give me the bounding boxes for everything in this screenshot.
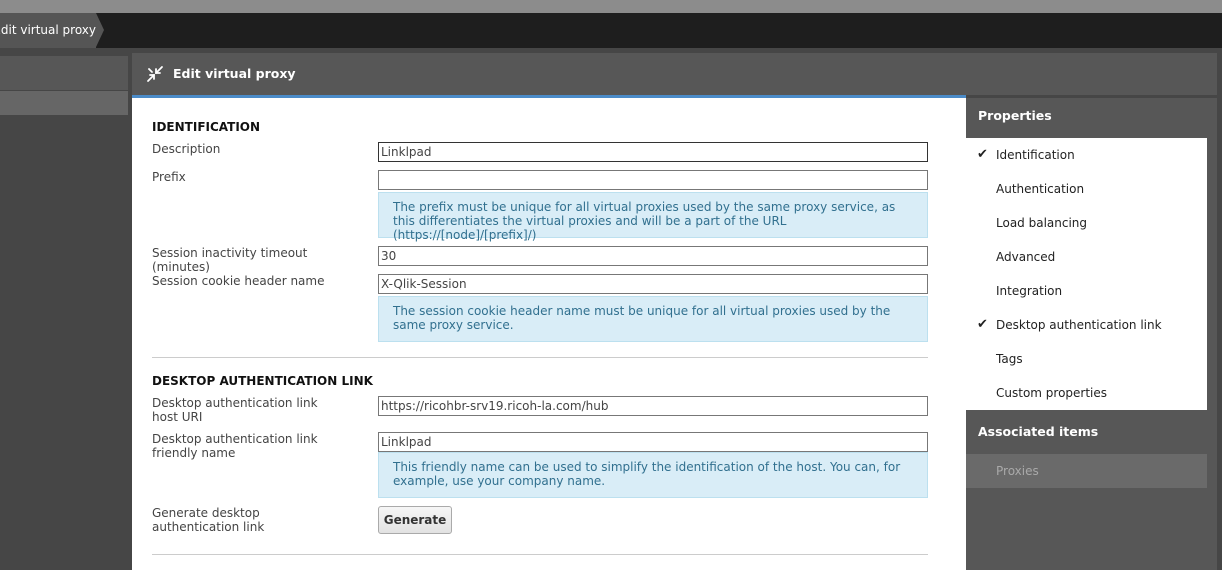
identification-heading: IDENTIFICATION (152, 120, 261, 134)
host-uri-input[interactable] (378, 396, 928, 416)
panel-title: Edit virtual proxy (173, 66, 296, 81)
prefix-input[interactable] (378, 170, 928, 190)
prefix-label: Prefix (152, 170, 186, 184)
host-uri-label: Desktop authentication link host URI (152, 396, 318, 424)
breadcrumb-bar: Edit virtual proxy (0, 13, 1222, 48)
prop-item-load-balancing[interactable]: Load balancing (966, 206, 1207, 240)
prop-item-label: Tags (996, 352, 1023, 366)
timeout-input[interactable] (378, 246, 928, 266)
left-nav-item[interactable] (0, 91, 128, 115)
breadcrumb-label-text: Edit virtual proxy (0, 23, 96, 37)
panel-header: Edit virtual proxy (132, 53, 1217, 95)
generate-button[interactable]: Generate (378, 506, 452, 534)
description-label: Description (152, 142, 221, 156)
properties-list: ✔ Identification Authentication Load bal… (966, 138, 1207, 410)
desktop-auth-heading: DESKTOP AUTHENTICATION LINK (152, 374, 373, 388)
generate-label: Generate desktop authentication link (152, 506, 265, 534)
prop-item-tags[interactable]: Tags (966, 342, 1207, 376)
breadcrumb[interactable]: Edit virtual proxy (0, 13, 104, 48)
cookie-label: Session cookie header name (152, 274, 325, 288)
section-divider (152, 357, 928, 358)
prop-item-label: Identification (996, 148, 1075, 162)
properties-sidebar: Properties ✔ Identification Authenticati… (966, 98, 1217, 570)
properties-heading: Properties (978, 108, 1052, 123)
prop-item-label: Custom properties (996, 386, 1108, 400)
prop-item-desktop-auth-link[interactable]: ✔ Desktop authentication link (966, 308, 1207, 342)
prop-item-advanced[interactable]: Advanced (966, 240, 1207, 274)
prop-item-label: Integration (996, 284, 1063, 298)
friendly-name-input[interactable] (378, 432, 928, 452)
edit-form: IDENTIFICATION Description Prefix The pr… (132, 98, 966, 570)
associated-items-heading: Associated items (978, 424, 1099, 439)
top-strip (0, 0, 1222, 13)
prop-item-label: Authentication (996, 182, 1085, 196)
friendly-name-hint: This friendly name can be used to simpli… (378, 452, 928, 498)
description-input[interactable] (378, 142, 928, 162)
associated-item-proxies[interactable]: Proxies (966, 454, 1207, 488)
checkmark-icon: ✔ (977, 147, 988, 162)
left-nav-header (0, 56, 128, 90)
associated-item-label: Proxies (996, 464, 1039, 478)
breadcrumb-arrow (96, 13, 104, 47)
prop-item-custom-properties[interactable]: Custom properties (966, 376, 1207, 410)
prop-item-label: Desktop authentication link (996, 318, 1162, 332)
timeout-label: Session inactivity timeout (minutes) (152, 246, 308, 274)
prop-item-authentication[interactable]: Authentication (966, 172, 1207, 206)
prop-item-identification[interactable]: ✔ Identification (966, 138, 1207, 172)
collapse-arrows-icon[interactable] (146, 65, 164, 83)
cookie-hint: The session cookie header name must be u… (378, 296, 928, 342)
cookie-input[interactable] (378, 274, 928, 294)
prop-item-label: Advanced (996, 250, 1056, 264)
prop-item-label: Load balancing (996, 216, 1088, 230)
breadcrumb-label: Edit virtual proxy (0, 13, 96, 48)
prefix-hint: The prefix must be unique for all virtua… (378, 192, 928, 242)
checkmark-icon: ✔ (977, 317, 988, 332)
friendly-name-label: Desktop authentication link friendly nam… (152, 432, 318, 460)
prop-item-integration[interactable]: Integration (966, 274, 1207, 308)
section-divider-bottom (152, 554, 928, 555)
